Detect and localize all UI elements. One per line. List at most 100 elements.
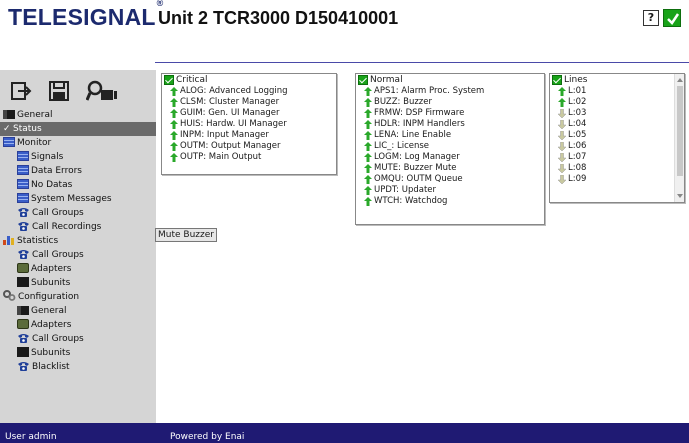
line-item-label: L:05	[568, 130, 587, 140]
line-item: L:07	[550, 152, 684, 163]
lines-list: L:01 L:02 L:03 L:04 L:05 L:06 L:07 L:08 L:09	[550, 86, 684, 185]
normal-item: LIC_: License	[356, 141, 544, 152]
scroll-up-icon[interactable]	[677, 78, 683, 82]
sidebar-item-stat-call-groups[interactable]: Call Groups	[0, 248, 156, 262]
sidebar-item-monitor[interactable]: Monitor	[0, 136, 156, 150]
normal-panel-title: Normal	[370, 75, 403, 85]
normal-item-label: LOGM: Log Manager	[374, 152, 460, 162]
critical-item: CLSM: Cluster Manager	[162, 97, 336, 108]
line-item: L:08	[550, 163, 684, 174]
monitor-icon	[3, 137, 15, 147]
sidebar-item-cfg-general[interactable]: General	[0, 304, 156, 318]
phone-icon	[18, 208, 29, 217]
sidebar-item-signals[interactable]: Signals	[0, 150, 156, 164]
line-item: L:02	[550, 97, 684, 108]
line-item-label: L:04	[568, 119, 587, 129]
arrow-up-icon	[364, 120, 372, 129]
arrow-up-icon	[170, 87, 178, 96]
arrow-up-icon	[170, 142, 178, 151]
footer-powered-by: Powered by Enai	[170, 432, 245, 442]
lines-checkbox[interactable]	[552, 75, 562, 85]
line-item: L:06	[550, 141, 684, 152]
sidebar-item-configuration[interactable]: Configuration	[0, 290, 156, 304]
sidebar-nav: General ✓ Status Monitor Signals Data Err…	[0, 108, 156, 374]
user-search-icon[interactable]	[85, 80, 118, 102]
system-messages-icon	[17, 193, 29, 203]
subunits-icon	[17, 347, 29, 357]
footer: User admin Powered by Enai	[0, 423, 689, 443]
sidebar-item-statistics[interactable]: Statistics	[0, 234, 156, 248]
phone-icon	[18, 222, 29, 231]
page-title: Unit 2 TCR3000 D150410001	[158, 8, 399, 28]
arrow-down-icon	[558, 153, 566, 162]
line-item-label: L:09	[568, 174, 587, 184]
normal-item-label: UPDT: Updater	[374, 185, 436, 195]
phone-icon	[18, 334, 29, 343]
critical-checkbox[interactable]	[164, 75, 174, 85]
critical-item-label: CLSM: Cluster Manager	[180, 97, 280, 107]
normal-item-label: LIC_: License	[374, 141, 430, 151]
critical-item: INPM: Input Manager	[162, 130, 336, 141]
critical-item: OUTM: Output Manager	[162, 141, 336, 152]
arrow-up-icon	[558, 87, 566, 96]
lines-scrollbar[interactable]	[674, 74, 684, 202]
sidebar-item-stat-subunits[interactable]: Subunits	[0, 276, 156, 290]
arrow-down-icon	[558, 120, 566, 129]
sidebar-item-call-recordings[interactable]: Call Recordings	[0, 220, 156, 234]
normal-item: WTCH: Watchdog	[356, 196, 544, 207]
critical-item: GUIM: Gen. UI Manager	[162, 108, 336, 119]
sidebar-item-data-errors[interactable]: Data Errors	[0, 164, 156, 178]
sidebar-item-system-messages[interactable]: System Messages	[0, 192, 156, 206]
arrow-up-icon	[170, 131, 178, 140]
lines-panel-title: Lines	[564, 75, 588, 85]
save-icon[interactable]	[48, 80, 70, 102]
critical-item: HUIS: Hardw. UI Manager	[162, 119, 336, 130]
normal-item-label: MUTE: Buzzer Mute	[374, 163, 457, 173]
critical-item-label: HUIS: Hardw. UI Manager	[180, 119, 287, 129]
arrow-up-icon	[170, 153, 178, 162]
critical-list: ALOG: Advanced Logging CLSM: Cluster Mana…	[162, 86, 336, 163]
normal-item: MUTE: Buzzer Mute	[356, 163, 544, 174]
arrow-down-icon	[558, 142, 566, 151]
line-item-label: L:03	[568, 108, 587, 118]
sidebar-item-cfg-subunits[interactable]: Subunits	[0, 346, 156, 360]
sidebar-item-no-datas[interactable]: No Datas	[0, 178, 156, 192]
normal-list: APS1: Alarm Proc. System BUZZ: Buzzer FRMW…	[356, 86, 544, 207]
footer-user: User admin	[5, 432, 57, 442]
normal-item-label: BUZZ: Buzzer	[374, 97, 432, 107]
mute-buzzer-button[interactable]: Mute Buzzer	[155, 228, 217, 242]
sidebar-item-status[interactable]: ✓ Status	[0, 122, 156, 136]
sidebar-item-stat-adapters[interactable]: Adapters	[0, 262, 156, 276]
normal-item-label: FRMW: DSP Firmware	[374, 108, 465, 118]
lines-panel: Lines L:01 L:02 L:03 L:04 L:05 L:06 L:07 L:08 L:…	[549, 73, 685, 203]
arrow-up-icon	[364, 175, 372, 184]
normal-item-label: APS1: Alarm Proc. System	[374, 86, 485, 96]
normal-checkbox[interactable]	[358, 75, 368, 85]
critical-item: ALOG: Advanced Logging	[162, 86, 336, 97]
arrow-down-icon	[558, 131, 566, 140]
critical-item-label: INPM: Input Manager	[180, 130, 269, 140]
arrow-up-icon	[364, 131, 372, 140]
sidebar-item-cfg-adapters[interactable]: Adapters	[0, 318, 156, 332]
scroll-thumb[interactable]	[677, 86, 683, 176]
sidebar-item-call-groups[interactable]: Call Groups	[0, 206, 156, 220]
line-item: L:03	[550, 108, 684, 119]
sidebar-item-cfg-blacklist[interactable]: Blacklist	[0, 360, 156, 374]
arrow-up-icon	[170, 120, 178, 129]
arrow-up-icon	[364, 186, 372, 195]
normal-item: UPDT: Updater	[356, 185, 544, 196]
normal-item-label: HDLR: INPM Handlers	[374, 119, 465, 129]
arrow-up-icon	[364, 153, 372, 162]
sidebar-item-cfg-call-groups[interactable]: Call Groups	[0, 332, 156, 346]
help-button[interactable]: ?	[643, 10, 659, 26]
scroll-down-icon[interactable]	[677, 194, 683, 198]
line-item-label: L:06	[568, 141, 587, 151]
general-icon	[17, 306, 29, 315]
adapter-icon	[17, 263, 29, 273]
normal-item: FRMW: DSP Firmware	[356, 108, 544, 119]
sidebar-item-general[interactable]: General	[0, 108, 156, 122]
line-item: L:09	[550, 174, 684, 185]
arrow-down-icon	[558, 175, 566, 184]
logout-icon[interactable]	[10, 80, 32, 102]
signals-icon	[17, 151, 29, 161]
